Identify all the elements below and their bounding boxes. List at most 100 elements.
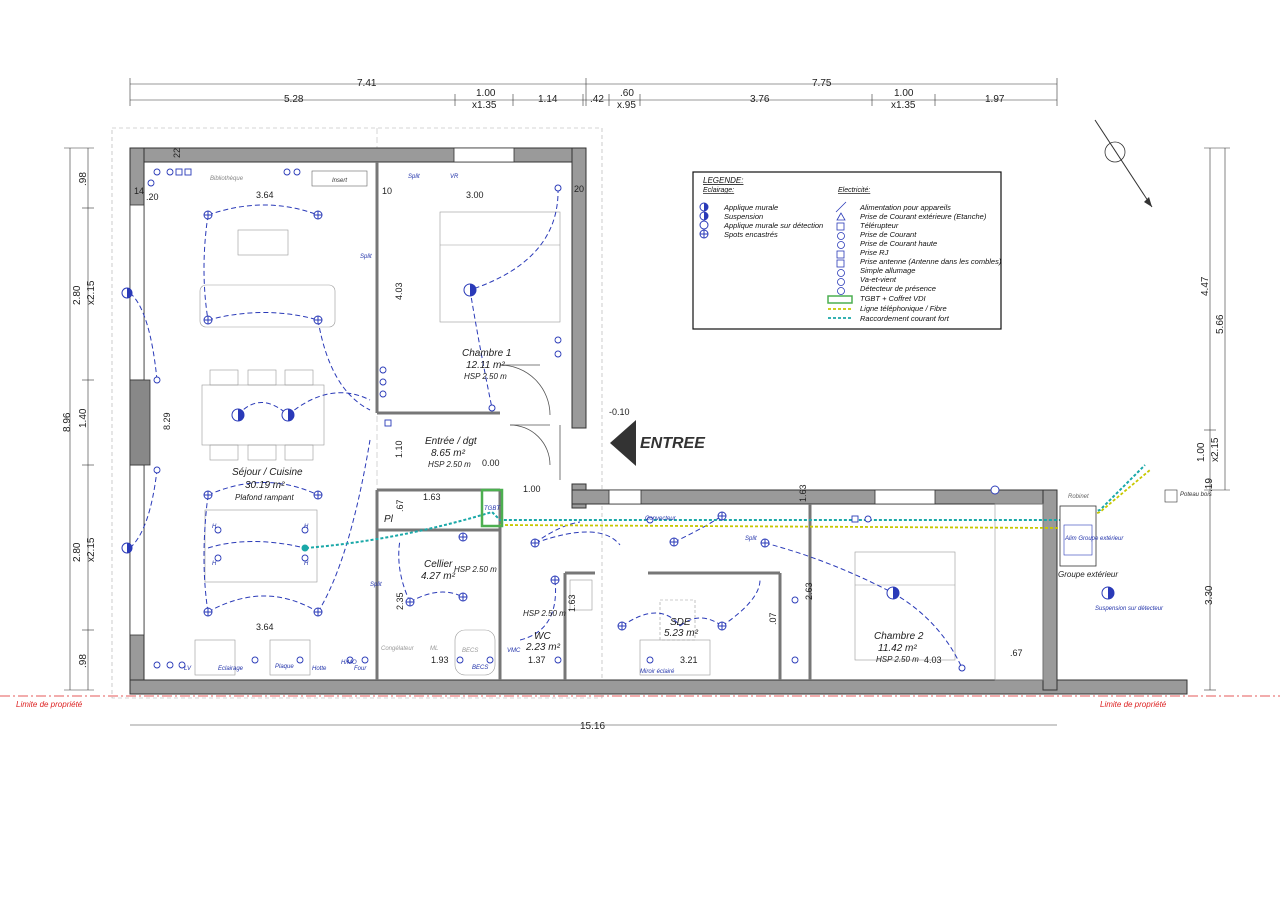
svg-text:3.64: 3.64 <box>256 190 274 200</box>
svg-text:H: H <box>212 561 217 567</box>
dim-left-seg-1: .98 <box>78 172 89 186</box>
svg-text:VMC: VMC <box>507 648 521 654</box>
svg-text:1.00: 1.00 <box>523 484 541 494</box>
room-entree: Entrée / dgt 8.65 m² HSP 2.50 m <box>425 436 478 469</box>
svg-text:14: 14 <box>134 186 144 196</box>
north-arrow-icon <box>1094 119 1153 208</box>
room-name: Cellier <box>424 559 453 570</box>
svg-text:Spots encastrés: Spots encastrés <box>724 230 778 239</box>
svg-text:LV: LV <box>184 666 192 672</box>
legend-title: LEGENDE: <box>703 176 743 185</box>
dim-top-seg-6: .60 <box>620 88 634 99</box>
svg-text:10: 10 <box>382 186 392 196</box>
svg-text:Prise de Courant: Prise de Courant <box>860 230 917 239</box>
svg-text:20: 20 <box>574 184 584 194</box>
svg-text:Pl: Pl <box>384 514 394 525</box>
svg-text:Eclairage: Eclairage <box>218 666 244 672</box>
svg-text:Bibliothèque: Bibliothèque <box>210 176 244 182</box>
svg-text:Four: Four <box>354 666 367 672</box>
svg-text:1.10: 1.10 <box>394 440 404 458</box>
svg-text:-0.10: -0.10 <box>609 407 630 417</box>
svg-text:.67: .67 <box>395 499 405 512</box>
svg-text:Split: Split <box>745 536 757 542</box>
svg-text:BECS: BECS <box>472 665 488 671</box>
room-name: Entrée / dgt <box>425 436 478 447</box>
legend-electricite-heading: Electricité: <box>838 187 870 194</box>
room-name: SDE <box>670 617 691 628</box>
room-chambre-2: Chambre 2 11.42 m² HSP 2.50 m <box>874 631 924 664</box>
right-dimension-lines <box>1204 147 1230 691</box>
entrance-arrow <box>610 420 636 466</box>
entrance-label: ENTREE <box>640 435 706 452</box>
svg-text:Convecteur: Convecteur <box>645 516 677 522</box>
svg-text:Suspension sur détecteur: Suspension sur détecteur <box>1095 606 1164 612</box>
room-chambre-1: Chambre 1 12.11 m² HSP 2.50 m <box>462 348 511 381</box>
dim-left-seg-2: 2.80 <box>72 285 83 305</box>
dim-top-right-total: 7.75 <box>812 78 832 89</box>
room-note: HSP 2.50 m <box>876 655 919 664</box>
floor-plan: 7.41 7.75 5.28 1.00 x1.35 1.14 .42 .60 x… <box>0 78 1280 732</box>
svg-text:0.00: 0.00 <box>482 458 500 468</box>
room-area: 30.19 m² <box>245 480 285 491</box>
svg-text:1.93: 1.93 <box>431 655 449 665</box>
svg-text:2.63: 2.63 <box>804 582 814 600</box>
dim-top-seg-3: x1.35 <box>472 100 497 111</box>
room-note: HSP 2.50 m <box>428 460 471 469</box>
svg-text:4.03: 4.03 <box>924 655 942 665</box>
dim-left-seg-6: x2.15 <box>86 537 97 562</box>
dim-left-seg-5: 2.80 <box>72 542 83 562</box>
legend-eclairage-heading: Eclairage: <box>703 187 734 194</box>
svg-text:Split: Split <box>370 582 382 588</box>
dim-top-left-total: 7.41 <box>357 78 377 89</box>
room-area: 8.65 m² <box>431 448 466 459</box>
dim-top-seg-8: 3.76 <box>750 94 770 105</box>
dim-top-seg-11: 1.97 <box>985 94 1005 105</box>
svg-text:VR: VR <box>450 174 459 180</box>
svg-text:Prise antenne (Antenne dans le: Prise antenne (Antenne dans les combles) <box>860 257 1002 266</box>
room-area: 4.27 m² <box>421 571 456 582</box>
room-name: Séjour / Cuisine <box>232 467 303 478</box>
dim-top-seg-1: 5.28 <box>284 94 304 105</box>
power-line <box>305 464 1146 549</box>
svg-text:H: H <box>304 561 309 567</box>
dim-right-seg-4: x2.15 <box>1210 437 1221 462</box>
room-note: Plafond rampant <box>235 493 294 502</box>
svg-text:Prise de Courant haute: Prise de Courant haute <box>860 239 937 248</box>
svg-text:Hotte: Hotte <box>312 666 327 672</box>
svg-text:4.03: 4.03 <box>394 282 404 300</box>
svg-text:Insert: Insert <box>332 178 347 184</box>
svg-text:1.63: 1.63 <box>567 594 577 612</box>
dim-top-seg-7: x.95 <box>617 100 636 111</box>
svg-text:H/MO: H/MO <box>341 660 357 666</box>
svg-text:Alim Groupe extérieur: Alim Groupe extérieur <box>1064 536 1124 542</box>
room-cellier: Cellier 4.27 m² HSP 2.50 m <box>421 559 497 582</box>
svg-text:Applique murale sur détection: Applique murale sur détection <box>723 221 823 230</box>
room-note: HSP 2.50 m <box>464 372 507 381</box>
svg-text:Robinet: Robinet <box>1068 494 1089 500</box>
svg-text:Ligne téléphonique / Fibre: Ligne téléphonique / Fibre <box>860 304 947 313</box>
tgbt-label: TGBT <box>484 506 501 512</box>
legend: LEGENDE: Eclairage: Electricité: Appliqu… <box>692 171 1002 330</box>
room-name: Chambre 1 <box>462 348 511 359</box>
dim-top-seg-9: 1.00 <box>894 88 914 99</box>
svg-text:ML: ML <box>430 646 438 652</box>
svg-text:3.00: 3.00 <box>466 190 484 200</box>
room-area: 5.23 m² <box>664 628 699 639</box>
svg-text:Poteau bois: Poteau bois <box>1180 492 1212 498</box>
property-limit-right: Limite de propriété <box>1100 700 1167 709</box>
room-area: 2.23 m² <box>525 642 561 653</box>
svg-text:Détecteur de présence: Détecteur de présence <box>860 284 936 293</box>
svg-text:Suspension: Suspension <box>724 212 763 221</box>
dim-right-seg-2: 5.66 <box>1215 314 1226 334</box>
svg-text:Split: Split <box>408 174 420 180</box>
svg-text:Miroir éclairé: Miroir éclairé <box>640 669 675 675</box>
room-note: HSP 2.50 m <box>523 609 566 618</box>
room-name: WC <box>534 631 551 642</box>
room-name: Chambre 2 <box>874 631 924 642</box>
room-sde: SDE 5.23 m² <box>664 617 699 639</box>
svg-text:Raccordement courant fort: Raccordement courant fort <box>860 314 950 323</box>
svg-text:Split: Split <box>360 254 372 260</box>
dim-left-seg-4: 1.40 <box>78 408 89 428</box>
svg-text:22: 22 <box>172 148 182 158</box>
svg-text:Alimentation pour appareils: Alimentation pour appareils <box>859 203 951 212</box>
